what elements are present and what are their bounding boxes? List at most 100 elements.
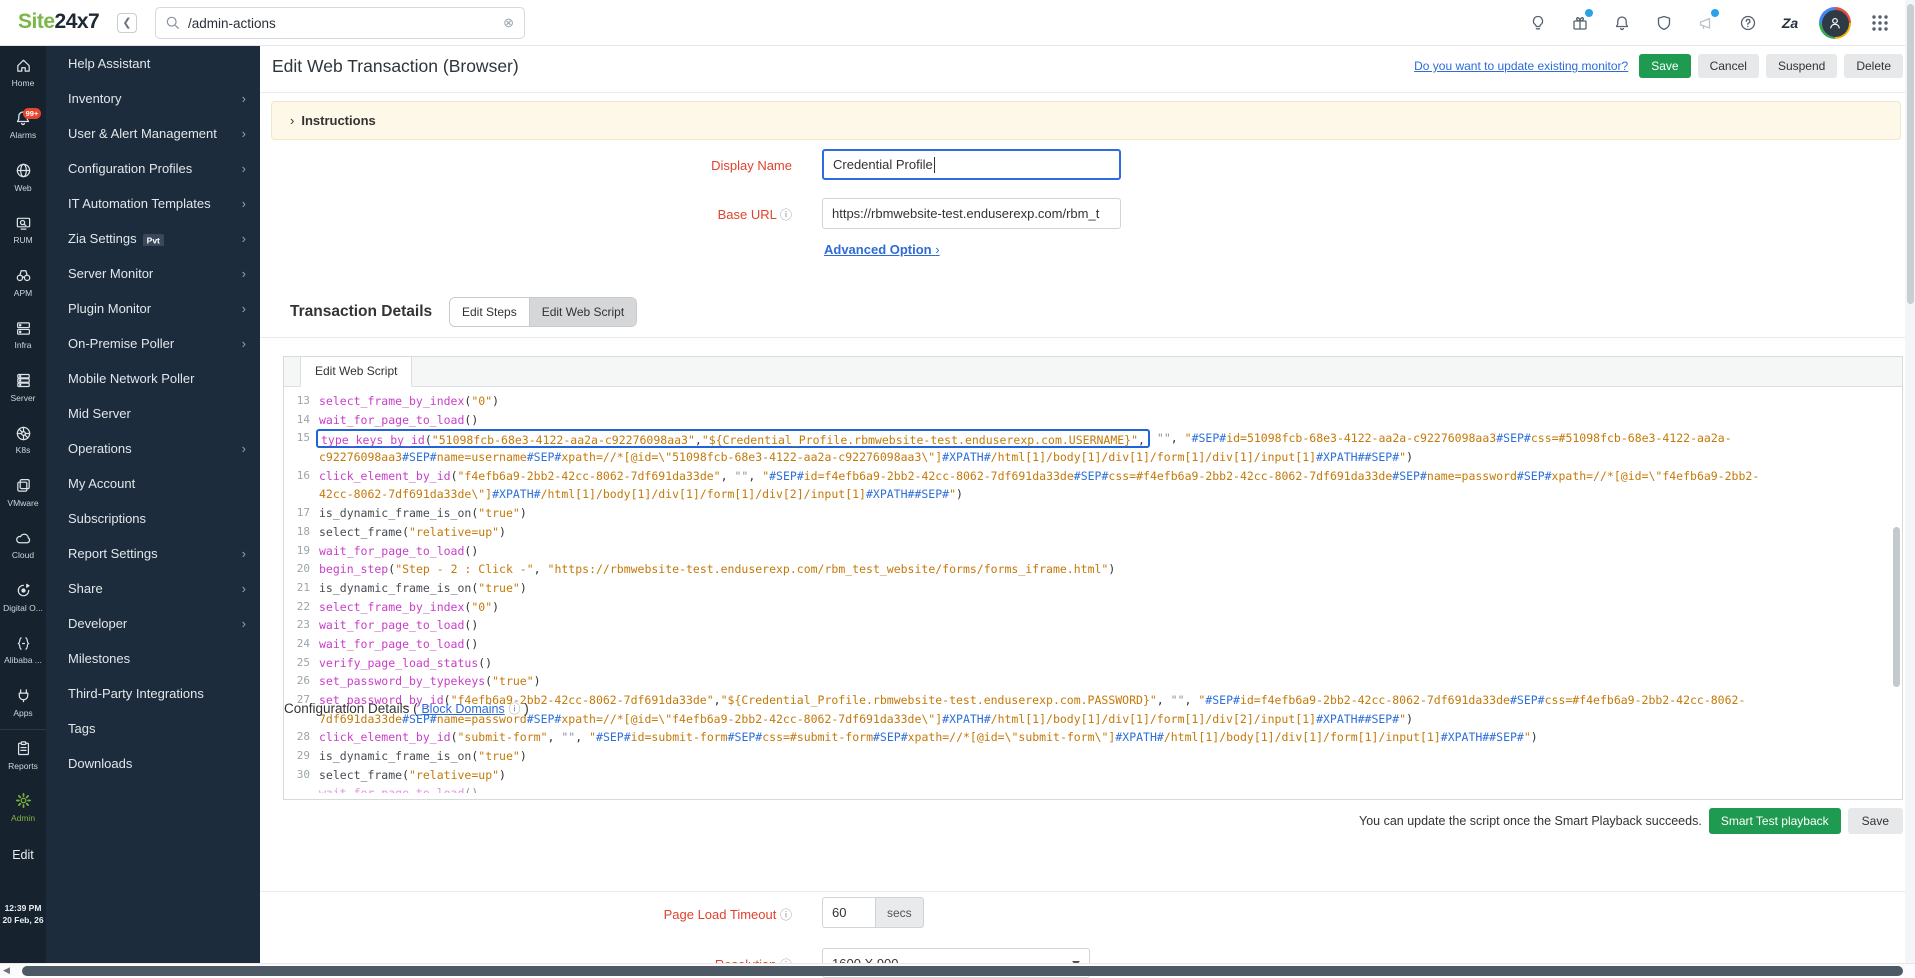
pvt-badge: Pvt <box>143 234 164 247</box>
idea-bulb-icon[interactable] <box>1525 10 1551 36</box>
vertical-scrollbar-thumb[interactable] <box>1907 4 1914 304</box>
code-row[interactable]: 28click_element_by_id("submit-form", "",… <box>284 728 1902 747</box>
display-name-input[interactable]: Credential Profile <box>822 149 1121 180</box>
sidebar-item-my-account[interactable]: My Account <box>46 466 260 501</box>
code-row[interactable]: 23wait_for_page_to_load() <box>284 616 1902 635</box>
page-load-timeout-info-icon[interactable]: ⓘ <box>780 908 792 922</box>
rail-item-home[interactable]: Home <box>0 46 46 99</box>
rail-item-cloud[interactable]: Cloud <box>0 519 46 572</box>
sidebar-item-downloads[interactable]: Downloads <box>46 746 260 781</box>
horizontal-scrollbar-thumb[interactable] <box>22 966 1903 976</box>
rail-item-digital-o[interactable]: Digital O... <box>0 571 46 624</box>
smart-test-playback-button[interactable]: Smart Test playback <box>1709 808 1841 834</box>
save-button[interactable]: Save <box>1639 54 1690 78</box>
tab-edit-web-script[interactable]: Edit Web Script <box>529 298 636 326</box>
announcements-megaphone-icon[interactable] <box>1693 10 1719 36</box>
code-row[interactable]: 29is_dynamic_frame_is_on("true") <box>284 747 1902 766</box>
code-row[interactable]: 25verify_page_load_status() <box>284 654 1902 673</box>
help-icon[interactable] <box>1735 10 1761 36</box>
editor-vertical-scrollbar[interactable] <box>1893 527 1900 687</box>
rail-item-label: Reports <box>8 761 38 771</box>
block-domains-link[interactable]: Block Domains <box>421 702 504 716</box>
scroll-left-arrow-icon[interactable]: ◀ <box>3 965 10 976</box>
sidebar-item-operations[interactable]: Operations› <box>46 431 260 466</box>
rail-edit-label[interactable]: Edit <box>0 834 46 862</box>
code-row[interactable]: 18select_frame("relative=up") <box>284 523 1902 542</box>
sidebar-item-inventory[interactable]: Inventory› <box>46 81 260 116</box>
code-row[interactable]: c92276098aa3#SEP#name=username#SEP#xpath… <box>284 448 1902 467</box>
code-row[interactable]: 22select_frame_by_index("0") <box>284 598 1902 617</box>
sidebar-item-developer[interactable]: Developer› <box>46 606 260 641</box>
page-vertical-scrollbar[interactable] <box>1905 0 1915 976</box>
gift-icon[interactable] <box>1567 10 1593 36</box>
sidebar-item-milestones[interactable]: Milestones <box>46 641 260 676</box>
sidebar-item-configuration-profiles[interactable]: Configuration Profiles› <box>46 151 260 186</box>
page-horizontal-scrollbar[interactable]: ◀ <box>0 963 1915 976</box>
main-content: Edit Web Transaction (Browser) Do you wa… <box>260 46 1915 976</box>
code-row[interactable]: 30select_frame("relative=up") <box>284 766 1902 785</box>
base-url-input[interactable]: https://rbmwebsite-test.enduserexp.com/r… <box>822 198 1121 229</box>
sidebar-item-it-automation-templates[interactable]: IT Automation Templates› <box>46 186 260 221</box>
code-row[interactable]: 16click_element_by_id("f4efb6a9-2bb2-42c… <box>284 467 1902 486</box>
rail-item-apm[interactable]: APM <box>0 256 46 309</box>
rail-item-web[interactable]: Web <box>0 151 46 204</box>
base-url-info-icon[interactable]: ⓘ <box>780 208 792 222</box>
sidebar-item-zia-settings[interactable]: Zia SettingsPvt› <box>46 221 260 256</box>
code-row[interactable]: 21is_dynamic_frame_is_on("true") <box>284 579 1902 598</box>
code-row[interactable]: 26set_password_by_typekeys("true") <box>284 672 1902 691</box>
code-row[interactable]: 17is_dynamic_frame_is_on("true") <box>284 504 1902 523</box>
sidebar-item-help-assistant[interactable]: Help Assistant <box>46 46 260 81</box>
rail-item-admin[interactable]: Admin <box>0 781 46 834</box>
instructions-panel[interactable]: › Instructions <box>271 101 1901 140</box>
notifications-bell-icon[interactable] <box>1609 10 1635 36</box>
apps-grid-icon[interactable] <box>1867 10 1893 36</box>
block-domains-info-icon[interactable]: ⓘ <box>508 702 520 716</box>
code-editor[interactable]: 13select_frame_by_index("0")14wait_for_p… <box>284 387 1902 799</box>
sidebar-item-mobile-network-poller[interactable]: Mobile Network Poller <box>46 361 260 396</box>
script-save-button[interactable]: Save <box>1848 808 1903 834</box>
zia-icon[interactable]: Za <box>1777 10 1803 36</box>
advanced-option-link[interactable]: Advanced Option › <box>824 242 940 257</box>
sidebar-item-user-alert-management[interactable]: User & Alert Management› <box>46 116 260 151</box>
rail-item-server[interactable]: Server <box>0 361 46 414</box>
suspend-button[interactable]: Suspend <box>1766 54 1837 78</box>
shield-icon[interactable] <box>1651 10 1677 36</box>
sidebar-item-tags[interactable]: Tags <box>46 711 260 746</box>
sidebar-item-on-premise-poller[interactable]: On-Premise Poller› <box>46 326 260 361</box>
rail-item-infra[interactable]: Infra <box>0 309 46 362</box>
search-input[interactable]: /admin-actions <box>188 16 503 31</box>
code-row[interactable]: wait_for_page_to_load() <box>284 784 1902 793</box>
code-row[interactable]: 19wait_for_page_to_load() <box>284 542 1902 561</box>
delete-button[interactable]: Delete <box>1844 54 1903 78</box>
rail-item-k8s[interactable]: K8s <box>0 414 46 467</box>
sidebar-item-subscriptions[interactable]: Subscriptions <box>46 501 260 536</box>
code-row[interactable]: 20begin_step("Step - 2 : Click -", "http… <box>284 560 1902 579</box>
search-clear-icon[interactable]: ⊗ <box>503 15 514 31</box>
code-row[interactable]: 14wait_for_page_to_load() <box>284 411 1902 430</box>
rail-item-reports[interactable]: Reports <box>0 729 46 782</box>
sidebar-item-server-monitor[interactable]: Server Monitor› <box>46 256 260 291</box>
sidebar-collapse-icon[interactable]: ❮ <box>117 13 137 33</box>
sidebar-item-plugin-monitor[interactable]: Plugin Monitor› <box>46 291 260 326</box>
sidebar-item-third-party-integrations[interactable]: Third-Party Integrations <box>46 676 260 711</box>
rail-item-vmware[interactable]: VMware <box>0 466 46 519</box>
cancel-button[interactable]: Cancel <box>1698 54 1759 78</box>
sidebar-item-share[interactable]: Share› <box>46 571 260 606</box>
code-row[interactable]: 15type_keys_by_id("51098fcb-68e3-4122-aa… <box>284 429 1902 448</box>
sidebar-item-mid-server[interactable]: Mid Server <box>46 396 260 431</box>
code-row[interactable]: 24wait_for_page_to_load() <box>284 635 1902 654</box>
page-load-timeout-input[interactable]: 60 <box>822 897 876 928</box>
code-row[interactable]: 13select_frame_by_index("0") <box>284 392 1902 411</box>
rail-item-alibaba[interactable]: Alibaba ... <box>0 624 46 677</box>
editor-tab-edit-web-script[interactable]: Edit Web Script <box>300 357 412 387</box>
rail-item-alarms[interactable]: 99+Alarms <box>0 99 46 152</box>
sidebar-item-report-settings[interactable]: Report Settings› <box>46 536 260 571</box>
global-search[interactable]: /admin-actions ⊗ <box>155 7 525 39</box>
update-existing-monitor-link[interactable]: Do you want to update existing monitor? <box>1414 59 1628 73</box>
rail-item-apps[interactable]: Apps <box>0 676 46 729</box>
rail-item-rum[interactable]: RUM <box>0 204 46 257</box>
tab-edit-steps[interactable]: Edit Steps <box>450 298 529 326</box>
site24x7-logo[interactable]: Site24x7 <box>18 10 99 34</box>
user-avatar[interactable] <box>1819 7 1851 39</box>
code-row[interactable]: 42cc-8062-7df691da33de\"]#XPATH#/html[1]… <box>284 485 1902 504</box>
